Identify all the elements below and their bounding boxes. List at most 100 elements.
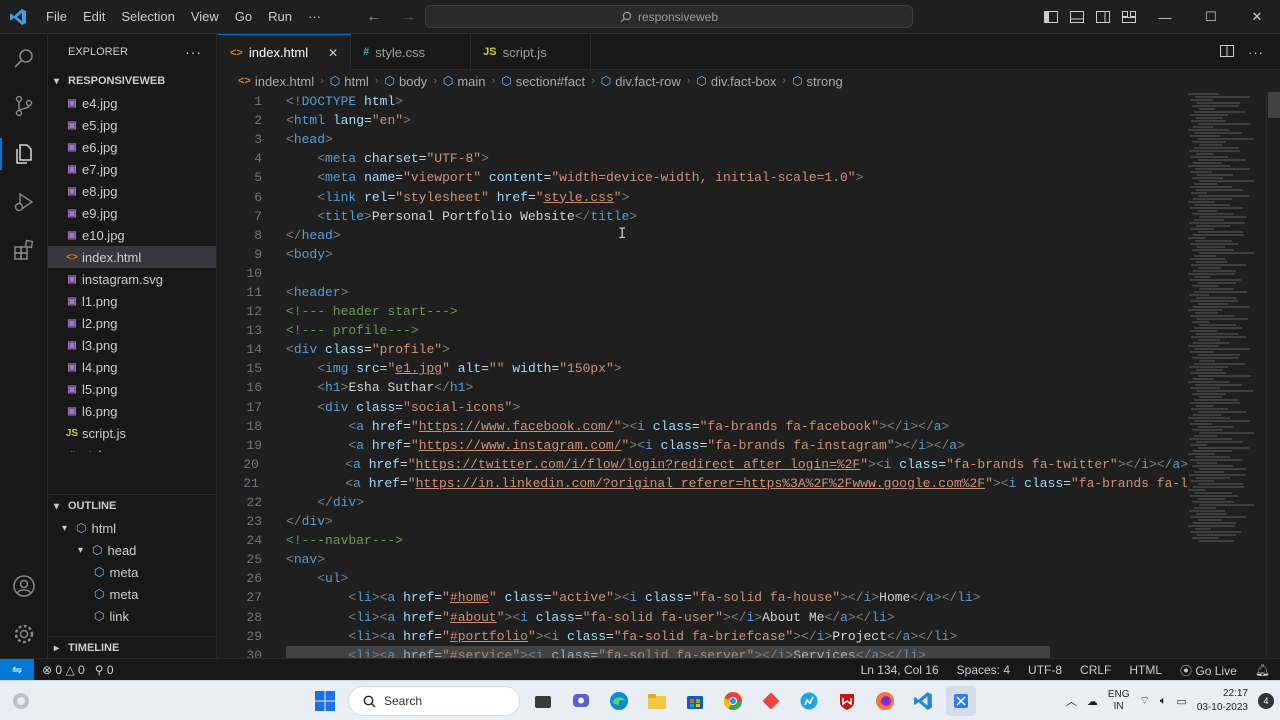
- search-view-icon[interactable]: [0, 34, 48, 82]
- editor-tab[interactable]: <> index.html ✕: [218, 34, 352, 70]
- close-tab-icon[interactable]: ✕: [328, 46, 338, 60]
- file-item[interactable]: ▣ e8.jpg: [48, 180, 216, 202]
- file-item[interactable]: ▣ e10.jpg: [48, 224, 216, 246]
- forward-arrow-icon[interactable]: →: [400, 8, 416, 26]
- file-item[interactable]: ▣ instagram.svg: [48, 268, 216, 290]
- clock[interactable]: 22:17 03-10-2023: [1197, 687, 1248, 715]
- line-ending[interactable]: CRLF: [1080, 663, 1111, 677]
- code-line[interactable]: 12 <!--- header start--->: [218, 302, 1188, 321]
- code-line[interactable]: 22 </div>: [218, 493, 1188, 512]
- file-item[interactable]: ▣ e9.jpg: [48, 202, 216, 224]
- code-line[interactable]: 8 </head>: [218, 226, 1188, 245]
- code-line[interactable]: 2 <html lang="en">: [218, 111, 1188, 130]
- breadcrumb-item[interactable]: ⬡ body: [385, 74, 428, 89]
- file-item[interactable]: JS script.js: [48, 422, 216, 444]
- vscode-taskbar-icon[interactable]: [908, 686, 938, 716]
- code-line[interactable]: 27 <li><a href="#home" class="active"><i…: [218, 588, 1188, 607]
- code-line[interactable]: 28 <li><a href="#about"><i class="fa-sol…: [218, 608, 1188, 627]
- edge-browser-icon[interactable]: [604, 686, 634, 716]
- code-line[interactable]: 23 </div>: [218, 512, 1188, 531]
- outline-item[interactable]: ⬡ meta: [48, 583, 216, 605]
- language-mode[interactable]: HTML: [1129, 663, 1162, 677]
- editor-tab[interactable]: JS script.js: [471, 34, 592, 70]
- mcafee-icon[interactable]: [832, 686, 862, 716]
- toggle-panel-icon[interactable]: [1064, 0, 1090, 34]
- code-line[interactable]: 15 <img src="e1.jpg" alt="" width="150px…: [218, 359, 1188, 378]
- more-actions-icon[interactable]: ···: [185, 44, 202, 60]
- chevron-up-icon[interactable]: ︿: [1066, 693, 1077, 709]
- menu-run[interactable]: Run: [260, 0, 300, 34]
- cloud-icon[interactable]: ☁︎: [1087, 695, 1098, 708]
- notifications-bell-icon[interactable]: 🔔︎: [1255, 663, 1270, 677]
- code-line[interactable]: 11 <header>: [218, 283, 1188, 302]
- code-line[interactable]: 6 <link rel="stylesheet" href="style.css…: [218, 187, 1188, 206]
- toggle-secondary-sidebar-icon[interactable]: [1090, 0, 1116, 34]
- file-item[interactable]: ▣ e4.jpg: [48, 92, 216, 114]
- menu-more[interactable]: ···: [300, 0, 329, 34]
- indentation[interactable]: Spaces: 4: [957, 663, 1010, 677]
- go-live-button[interactable]: ⦿ Go Live: [1180, 662, 1237, 679]
- file-item[interactable]: ▣ l1.png: [48, 290, 216, 312]
- code-line[interactable]: 26 <ul>: [218, 569, 1188, 588]
- file-item[interactable]: ▣ l2.png: [48, 312, 216, 334]
- code-line[interactable]: 9 <body>: [218, 245, 1188, 264]
- code-line[interactable]: 10: [218, 264, 1188, 283]
- code-line[interactable]: 17 <div class="social-icons">: [218, 398, 1188, 417]
- more-actions-icon[interactable]: ···: [1248, 45, 1264, 60]
- teams-chat-icon[interactable]: [566, 686, 596, 716]
- breadcrumb-item[interactable]: <> index.html: [238, 74, 314, 89]
- minimap[interactable]: [1188, 92, 1266, 658]
- menu-selection[interactable]: Selection: [113, 0, 182, 34]
- file-item[interactable]: ▣ e6.jpg: [48, 136, 216, 158]
- code-line[interactable]: 13 <!--- profile--->: [218, 321, 1188, 340]
- split-editor-icon[interactable]: [1220, 44, 1234, 60]
- source-control-icon[interactable]: [0, 82, 48, 130]
- battery-icon[interactable]: ▭: [1176, 695, 1186, 708]
- file-item[interactable]: ▣ e5.jpg: [48, 114, 216, 136]
- file-item[interactable]: ▣ l3.png: [48, 334, 216, 356]
- accounts-icon[interactable]: [0, 562, 48, 610]
- outline-item[interactable]: ⬡ meta: [48, 561, 216, 583]
- menu-edit[interactable]: Edit: [75, 0, 113, 34]
- breadcrumb-item[interactable]: ⬡ html: [330, 74, 369, 89]
- code-line[interactable]: 25 <nav>: [218, 550, 1188, 569]
- editor-tab[interactable]: # style.css: [351, 34, 472, 70]
- folder-header[interactable]: ▾ RESPONSIVEWEB: [48, 70, 216, 92]
- outline-item[interactable]: ▾ ⬡ html: [48, 517, 216, 539]
- code-line[interactable]: 4 <meta charset="UTF-8">: [218, 149, 1188, 168]
- file-item[interactable]: ▣ l4.png: [48, 356, 216, 378]
- code-line[interactable]: 18 <a href="https://www.facebook.com/"><…: [218, 417, 1188, 436]
- breadcrumb-item[interactable]: ⬡ section#fact: [501, 74, 585, 89]
- notification-badge[interactable]: 4: [1258, 693, 1274, 709]
- code-line[interactable]: 5 <meta name="viewport" content="width=d…: [218, 168, 1188, 187]
- code-line[interactable]: 21 <a href="https://in.linkedin.com/?ori…: [218, 474, 1188, 493]
- wifi-icon[interactable]: ⌔: [1139, 694, 1149, 708]
- run-debug-icon[interactable]: [0, 178, 48, 226]
- file-item[interactable]: <> index.html: [48, 246, 216, 268]
- snipping-tool-icon[interactable]: [946, 686, 976, 716]
- outline-item[interactable]: ⬡ link: [48, 605, 216, 627]
- menu-file[interactable]: File: [38, 0, 75, 34]
- task-view-icon[interactable]: [528, 686, 558, 716]
- start-windows-icon[interactable]: [310, 686, 340, 716]
- volume-icon[interactable]: 🔈︎: [1160, 695, 1167, 708]
- minimize-button[interactable]: —: [1142, 0, 1188, 34]
- vertical-scrollbar[interactable]: [1266, 92, 1280, 658]
- code-line[interactable]: 20 <a href="https://twitter.com/i/flow/l…: [218, 455, 1188, 474]
- toggle-primary-sidebar-icon[interactable]: [1038, 0, 1064, 34]
- widgets-icon[interactable]: [4, 684, 38, 718]
- code-line[interactable]: 24 <!---navbar--->: [218, 531, 1188, 550]
- store-icon[interactable]: [680, 686, 710, 716]
- close-button[interactable]: ✕: [1234, 0, 1280, 34]
- file-explorer-icon[interactable]: [642, 686, 672, 716]
- horizontal-scrollbar[interactable]: [286, 646, 1050, 658]
- settings-gear-icon[interactable]: [0, 610, 48, 658]
- breadcrumb-item[interactable]: ⬡ strong: [792, 74, 843, 89]
- breadcrumb-item[interactable]: ⬡ div.fact-row: [601, 74, 681, 89]
- customize-layout-icon[interactable]: [1116, 0, 1142, 34]
- code-line[interactable]: 14 <div class="profile">: [218, 340, 1188, 359]
- ports-indicator[interactable]: ⚲ 0: [95, 663, 114, 677]
- whatsapp-icon[interactable]: [794, 686, 824, 716]
- menu-view[interactable]: View: [183, 0, 227, 34]
- language-indicator[interactable]: ENG IN: [1108, 689, 1130, 713]
